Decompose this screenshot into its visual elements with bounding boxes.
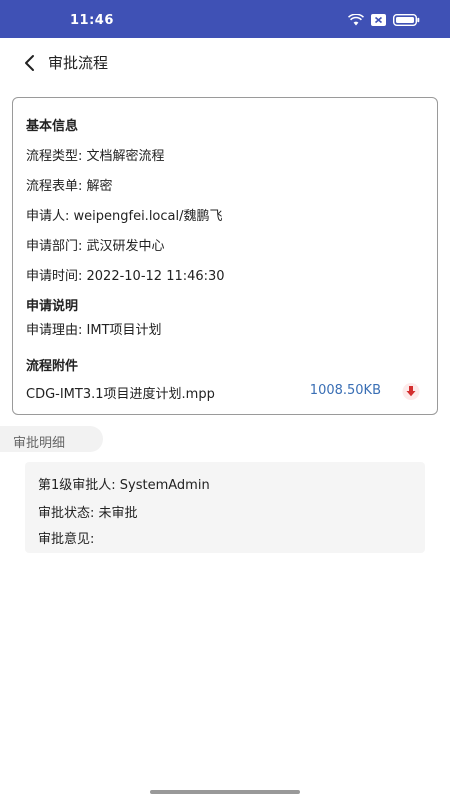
apply-time: 申请时间: 2022-10-12 11:46:30 xyxy=(26,269,225,284)
attachment-file-name[interactable]: CDG-IMT3.1项目进度计划.mpp xyxy=(26,383,215,402)
wifi-icon xyxy=(348,14,364,26)
flow-form: 流程表单: 解密 xyxy=(26,179,113,194)
basic-info-title: 基本信息 xyxy=(26,119,79,134)
applicant: 申请人: weipengfei.local/魏鹏飞 xyxy=(26,209,223,224)
flow-type: 流程类型: 文档解密流程 xyxy=(26,149,165,164)
chevron-left-icon[interactable] xyxy=(20,52,42,74)
tab-approval-detail[interactable]: 审批明细 xyxy=(0,426,103,452)
attachment-file-size: 1008.50KB xyxy=(309,383,381,398)
approval-status: 审批状态: 未审批 xyxy=(38,506,138,521)
battery-icon xyxy=(393,14,420,26)
status-bar: 11:46 xyxy=(0,0,450,38)
home-indicator[interactable] xyxy=(150,790,300,794)
apply-reason: 申请理由: IMT项目计划 xyxy=(26,323,162,338)
download-icon[interactable] xyxy=(402,383,420,400)
approval-detail-tab-label: 审批明细 xyxy=(13,436,66,451)
app-bar: 审批流程 xyxy=(0,38,450,88)
page-title: 审批流程 xyxy=(48,54,109,72)
status-time: 11:46 xyxy=(70,13,114,28)
sim-icon xyxy=(371,14,386,26)
approval-opinion: 审批意见: xyxy=(38,532,95,547)
approver-card: 第1级审批人: SystemAdmin 审批状态: 未审批 审批意见: xyxy=(25,462,425,553)
attachments-title: 流程附件 xyxy=(26,359,79,374)
status-icons xyxy=(348,14,420,26)
approver-level: 第1级审批人: SystemAdmin xyxy=(38,478,210,493)
apply-note-title: 申请说明 xyxy=(26,299,79,314)
basic-info-card: 基本信息 流程类型: 文档解密流程 流程表单: 解密 申请人: weipengf… xyxy=(12,97,438,415)
department: 申请部门: 武汉研发中心 xyxy=(26,239,165,254)
